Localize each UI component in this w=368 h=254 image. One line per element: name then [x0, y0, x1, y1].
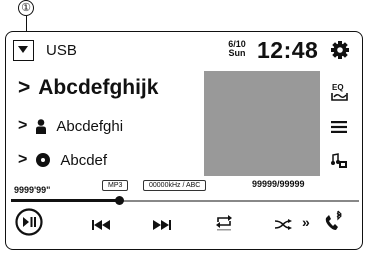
elapsed-time: 9999'99": [14, 185, 51, 195]
repeat-icon: [216, 215, 232, 231]
play-pause-button[interactable]: [15, 208, 43, 241]
album-artwork: [204, 71, 320, 176]
album-row[interactable]: > Abcdef: [18, 151, 107, 169]
more-icon: »: [302, 214, 310, 230]
track-title: Abcdefghijk: [38, 76, 159, 99]
callout-number: ①: [18, 0, 34, 16]
repeat-button[interactable]: [215, 214, 233, 236]
date-weekday: Sun: [228, 48, 246, 58]
more-button[interactable]: »: [302, 214, 310, 230]
previous-track-button[interactable]: [92, 217, 110, 235]
eq-button[interactable]: EQ: [331, 82, 349, 107]
usb-player-screen: USB 6/10 Sun 12:48 > Abcdefghijk > Abcde…: [5, 31, 363, 250]
play-pause-icon: [15, 208, 43, 236]
previous-track-icon: [92, 220, 110, 230]
date-display: 6/10 Sun: [222, 40, 252, 58]
format-badge: MP3: [102, 180, 129, 191]
quality-badge: 00000kHz / ABC: [143, 180, 207, 191]
shuffle-button[interactable]: [274, 217, 292, 235]
list-button[interactable]: [331, 120, 347, 138]
list-icon: [331, 121, 347, 133]
clock: 12:48: [257, 37, 319, 63]
chevron-right-icon: >: [18, 76, 31, 99]
track-title-row[interactable]: > Abcdefghijk: [18, 76, 158, 100]
eq-icon: EQ: [331, 83, 348, 101]
shuffle-icon: [274, 219, 292, 230]
settings-button[interactable]: [331, 41, 349, 64]
next-track-button[interactable]: [153, 217, 171, 235]
album-icon: [36, 153, 51, 167]
music-browse-icon: [331, 153, 347, 168]
chevron-right-icon: >: [18, 151, 28, 168]
progress-fill: [11, 199, 119, 202]
artist-name: Abcdefghi: [56, 117, 124, 135]
source-label: USB: [46, 42, 77, 59]
phone-button[interactable]: [324, 210, 344, 237]
source-menu-icon: [18, 46, 28, 53]
artist-row[interactable]: > Abcdefghi: [18, 117, 123, 135]
progress-knob[interactable]: [114, 195, 124, 205]
settings-gear-icon: [331, 41, 349, 59]
svg-text:EQ: EQ: [332, 83, 344, 92]
track-count: 99999/99999: [252, 179, 305, 189]
phone-icon: [325, 210, 342, 230]
artist-icon: [36, 118, 47, 134]
next-track-icon: [153, 220, 171, 230]
music-browse-button[interactable]: [331, 153, 348, 174]
source-menu-button[interactable]: [13, 40, 34, 61]
album-name: Abcdef: [60, 151, 108, 169]
chevron-right-icon: >: [18, 117, 28, 134]
